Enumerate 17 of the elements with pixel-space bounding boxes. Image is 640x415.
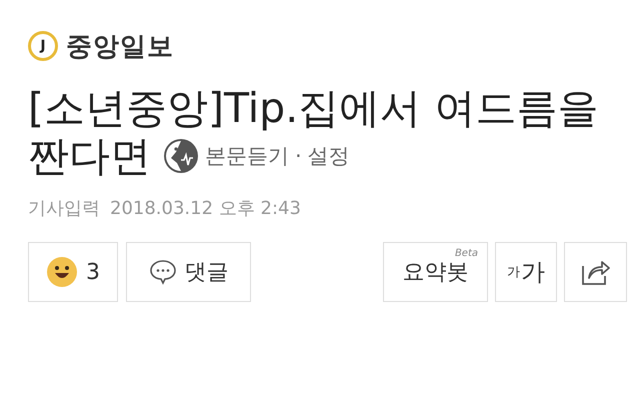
logo-name: 중앙일보 bbox=[66, 30, 174, 64]
date-label: 기사입력 bbox=[28, 197, 100, 220]
beta-label: Beta bbox=[454, 248, 478, 259]
date-value: 2018.03.12 오후 2:43 bbox=[110, 197, 301, 220]
listen-icon[interactable] bbox=[163, 138, 199, 174]
share-button[interactable] bbox=[564, 242, 627, 302]
share-icon bbox=[580, 258, 610, 286]
comment-button[interactable]: 댓글 bbox=[126, 242, 251, 302]
separator-dot: · bbox=[295, 144, 302, 168]
reaction-button[interactable]: 3 bbox=[28, 242, 118, 302]
listen-link[interactable]: 본문듣기 bbox=[205, 142, 289, 170]
headline-line: [소년중앙]Tip.집에서 여드름을 bbox=[28, 84, 600, 132]
smiley-icon bbox=[46, 256, 78, 288]
settings-link[interactable]: 설정 bbox=[308, 142, 350, 170]
headline-line: 짠다면 bbox=[28, 132, 151, 180]
speech-bubble-icon bbox=[148, 258, 176, 286]
logo-badge: J bbox=[28, 31, 58, 61]
